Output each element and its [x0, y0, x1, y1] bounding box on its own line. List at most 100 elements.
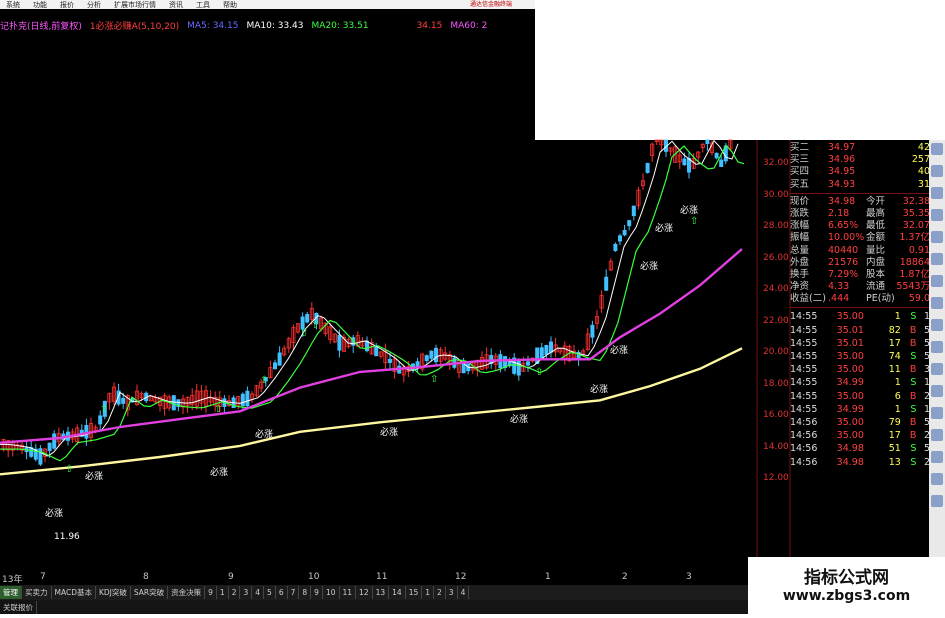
toolbar-icon-2[interactable]	[931, 165, 943, 177]
candlestick	[332, 333, 337, 344]
tick-count: 2	[923, 456, 931, 468]
tick-volume: 51	[888, 443, 901, 455]
up-arrow-icon: ⇧	[65, 464, 73, 475]
candlestick	[33, 443, 38, 462]
order-volume: 40	[917, 166, 930, 178]
tick-volume: 17	[888, 430, 901, 442]
indicator-tab[interactable]: MACD基本	[52, 586, 96, 599]
toolbar-icon-14[interactable]	[931, 429, 943, 441]
stat-label: 量比	[866, 244, 886, 256]
toolbar-icon-13[interactable]	[931, 407, 943, 419]
candlestick	[585, 328, 590, 352]
stat-label: 涨跌	[790, 207, 810, 219]
order-book-row: 买四 34.95 40	[790, 166, 930, 178]
indicator-tab[interactable]: 9	[205, 586, 217, 599]
toolbar-icon-6[interactable]	[931, 253, 943, 265]
toolbar-icon-9[interactable]	[931, 319, 943, 331]
indicator-tab[interactable]: 资金决策	[168, 586, 206, 599]
indicator-tab[interactable]: 1	[422, 586, 435, 599]
toolbar-icon-15[interactable]	[931, 451, 943, 463]
low-price-label: 11.96	[54, 532, 80, 542]
indicator-tab[interactable]: 11	[340, 586, 357, 599]
toolbar-icon-1[interactable]	[931, 143, 943, 155]
stat-value: 32.38	[902, 195, 930, 207]
stat-label: 内盘	[866, 256, 886, 268]
indicator-tab[interactable]: 5	[264, 586, 276, 599]
indicator-tab[interactable]: 4	[252, 586, 265, 599]
tick-row: 14:55 35.00 11 B 3	[790, 363, 930, 376]
candlestick	[549, 336, 554, 358]
indicator-tab[interactable]: 管理	[0, 586, 22, 599]
candlestick	[249, 391, 254, 403]
stat-row: 涨跌 2.18 最高 35.35	[790, 208, 930, 220]
toolbar-icon-7[interactable]	[931, 275, 943, 287]
toolbar-icon-16[interactable]	[931, 473, 943, 485]
price-tick: 26.00	[763, 252, 789, 263]
tick-price: 34.98	[836, 456, 864, 468]
toolbar-icon-5[interactable]	[931, 231, 943, 243]
price-tick: 20.00	[763, 347, 789, 357]
candlestick	[516, 358, 521, 381]
tick-count: 2	[923, 430, 931, 442]
toolbar-icon-12[interactable]	[931, 385, 943, 397]
indicator-tab[interactable]: 14	[389, 586, 406, 599]
candlestick	[677, 149, 682, 170]
toolbar-icon-3[interactable]	[931, 187, 943, 199]
tick-count: 1	[923, 311, 931, 323]
indicator-tab[interactable]: 12	[356, 586, 373, 599]
order-level-label: 买二	[790, 142, 810, 153]
up-arrow-icon: ⇧	[430, 374, 438, 385]
tick-flag: S	[910, 403, 917, 415]
candlestick	[245, 386, 250, 409]
candlestick	[700, 142, 705, 153]
toolbar-icon-4[interactable]	[931, 209, 943, 221]
indicator-tab[interactable]: 3	[446, 586, 458, 599]
toolbar-icon-10[interactable]	[931, 341, 943, 353]
indicator-tab[interactable]: 7	[288, 586, 300, 599]
buy-signal-label: 必涨	[255, 428, 273, 440]
indicator-tab[interactable]: 15	[406, 586, 423, 599]
indicator-tab[interactable]: 10	[323, 586, 340, 599]
candlestick	[420, 353, 425, 372]
indicator-tab[interactable]: 3	[240, 586, 253, 599]
tick-count: 5	[923, 324, 931, 336]
indicator-tab[interactable]: 9	[311, 586, 323, 599]
stat-value: 1.37亿	[899, 232, 930, 244]
price-tick: 32.00	[763, 158, 789, 168]
tick-volume: 17	[888, 337, 901, 349]
candlestick	[291, 324, 296, 351]
candlestick	[52, 430, 57, 451]
toolbar-icon-11[interactable]	[931, 363, 943, 375]
candlestick	[705, 139, 710, 151]
up-arrow-icon: ⇧	[535, 367, 543, 378]
tick-count: 1	[923, 377, 931, 389]
indicator-tab[interactable]: KDJ突破	[96, 586, 131, 599]
tick-volume: 1	[894, 377, 901, 389]
main-area: 记扑克(日线,前复权) 1必涨必赚A(5,10,20) MA5: 34.15 M…	[0, 9, 945, 618]
order-book-row: 买五 34.93 31	[790, 179, 930, 191]
indicator-tab[interactable]: 6	[276, 586, 288, 599]
buy-signal-label: 必涨	[45, 507, 63, 519]
indicator-tab[interactable]: SAR突破	[131, 586, 169, 599]
indicator-tab[interactable]: 2	[434, 586, 446, 599]
candlestick	[415, 357, 420, 373]
toolbar-icon-8[interactable]	[931, 297, 943, 309]
indicator-tab-bar: 管理 买卖力 MACD基本 KDJ突破 SAR突破 资金决策 9 1 2 3 4 5 6 7 8 9 10 11 1…	[0, 585, 748, 600]
candlestick	[539, 342, 544, 359]
indicator-tab[interactable]: 4	[458, 586, 470, 599]
indicator-tab[interactable]: 买卖力	[22, 586, 52, 599]
related-quote-tab[interactable]: 关联报价	[0, 600, 37, 614]
up-arrow-icon: ⇧	[311, 320, 319, 331]
indicator-tab[interactable]: 8	[299, 586, 312, 599]
candlestick	[590, 320, 595, 344]
candlestick	[277, 346, 282, 366]
candlestick	[668, 147, 673, 157]
indicator-tab[interactable]: 1	[217, 586, 229, 599]
candlestick	[203, 385, 208, 413]
indicator-tab[interactable]: 2	[229, 586, 241, 599]
order-volume: 42	[917, 142, 930, 153]
toolbar-icon-17[interactable]	[931, 495, 943, 507]
stat-label: PE(动)	[866, 293, 895, 305]
price-tick: 24.00	[763, 284, 789, 294]
indicator-tab[interactable]: 13	[373, 586, 390, 599]
